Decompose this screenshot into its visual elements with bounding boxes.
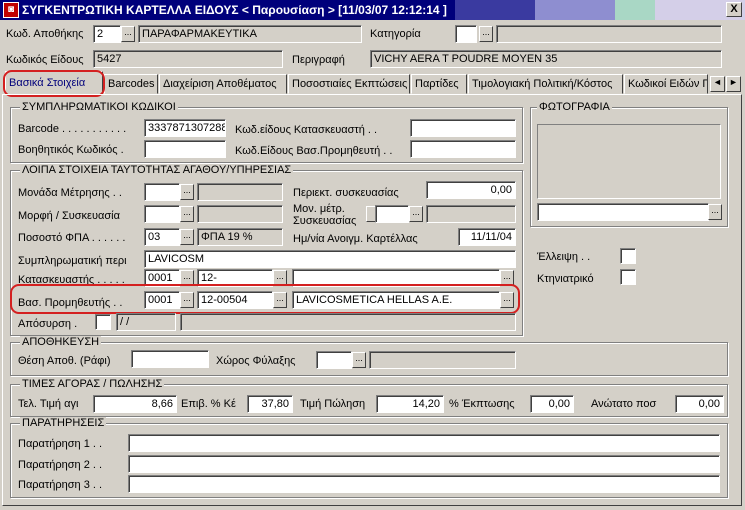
vat-desc-field: ΦΠΑ 19 % [197,228,283,246]
unit-label: Μονάδα Μέτρησης . . [18,187,122,199]
storage-space-lookup-button[interactable]: ... [352,352,366,368]
unit-lookup-button[interactable]: ... [180,184,194,200]
tab-barcodes[interactable]: Barcodes [104,74,158,94]
photo-path-field[interactable] [537,203,709,221]
highlight-oval-tab [3,70,105,97]
unit-desc-field [197,183,283,201]
supplier-code-label: Κωδ.Είδους Βασ.Προμηθευτή . . [235,145,393,157]
tab-pricing-policy[interactable]: Τιμολογιακή Πολιτική/Κόστος [468,74,623,94]
sale-price-label: Τιμή Πώληση [300,398,366,410]
shortage-checkbox[interactable] [620,248,636,264]
package-unit-field[interactable] [375,205,409,223]
package-unit-desc-field [426,205,516,223]
aux-code-field[interactable] [144,140,226,158]
barcode-field[interactable]: 3337871307288 [144,119,226,137]
withdrawal-date-field: / / [116,313,176,331]
note1-label: Παρατήρηση 1 . . [18,438,103,450]
title-bar-gradient-1 [455,0,535,20]
warehouse-name-field: ΠΑΡΑΦΑΡΜΑΚΕΥΤΙΚΑ [138,25,362,43]
last-buy-field[interactable]: 8,66 [93,395,177,413]
vat-code-field[interactable]: 03 [144,228,180,246]
item-code-field: 5427 [93,50,283,68]
note2-label: Παρατήρηση 2 . . [18,459,103,471]
warehouse-lookup-button[interactable]: ... [121,26,135,42]
manufacturer-code-field[interactable] [410,119,516,137]
photo-lookup-button[interactable]: ... [708,204,722,220]
last-buy-label: Τελ. Τιμή αγι [18,398,79,410]
title-bar-gradient-3 [615,0,655,20]
note3-label: Παρατήρηση 3 . . [18,479,103,491]
veterinary-checkbox[interactable] [620,269,636,285]
storage-space-desc-field [369,351,516,369]
tab-batches[interactable]: Παρτίδες [411,74,467,94]
markup-field[interactable]: 37,80 [247,395,293,413]
tab-scroll-left-button[interactable]: ◄ [710,76,725,92]
app-icon: ◙ [3,2,19,18]
note1-field[interactable] [128,434,720,452]
item-code-label: Κωδικός Είδους [6,54,84,66]
photo-title: ΦΩΤΟΓΡΑΦΙΑ [537,101,612,113]
form-label: Μορφή / Συσκευασία [18,210,120,222]
shortage-label: Έλλειψη . . [537,251,591,263]
description-label: Περιγραφή [292,54,345,66]
withdrawal-note-field [180,313,516,331]
highlight-oval-supplier [10,284,520,314]
form-desc-field [197,205,283,223]
prices-title: ΤΙΜΕΣ ΑΓΟΡΑΣ / ΠΩΛΗΣΗΣ [20,378,165,390]
card-open-date-field[interactable]: 11/11/04 [458,228,516,246]
package-unit-lookup-button[interactable]: ... [409,206,423,222]
markup-label: Επιβ. % Κέ [181,398,236,410]
warehouse-code-field[interactable]: 2 [93,25,121,43]
veterinary-label: Κτηνιατρικό [537,273,594,285]
shelf-field[interactable] [131,350,209,368]
vat-label: Ποσοστό ΦΠΑ . . . . . . [18,232,126,244]
withdrawal-label: Απόσυρση . [18,318,78,330]
compl-label: Συμπληρωματική περι [18,255,127,267]
compl-field[interactable]: LAVICOSM [144,250,516,268]
withdrawal-checkbox[interactable] [95,314,111,330]
tab-stock-management[interactable]: Διαχείριση Αποθέματος [159,74,287,94]
package-unit-label-2: Συσκευασίας [293,215,357,227]
note2-field[interactable] [128,455,720,473]
aux-code-label: Βοηθητικός Κωδικός . [18,144,124,156]
package-unit-label-1: Μον. μέτρ. [293,203,345,215]
tab-item-codes[interactable]: Κωδικοί Ειδών Π [624,74,708,94]
supplementary-codes-title: ΣΥΜΠΛΗΡΩΜΑΤΙΚΟΙ ΚΩΔΙΚΟΙ [20,101,178,113]
warehouse-code-label: Κωδ. Αποθήκης [6,28,84,40]
window-title: ΣΥΓΚΕΝΤΡΩΤΙΚΗ ΚΑΡΤΕΛΛΑ ΕΙΔΟΥΣ < Παρουσία… [22,3,447,17]
category-field[interactable] [455,25,477,43]
description-field: VICHY AERA T POUDRE MOYEN 35 [370,50,722,68]
title-bar-gradient-2 [535,0,615,20]
storage-space-field[interactable] [316,351,352,369]
package-content-label: Περιεκτ. συσκευασίας [293,187,399,199]
category-lookup-button[interactable]: ... [479,26,493,42]
storage-space-label: Χώρος Φύλαξης [216,355,296,367]
shelf-label: Θέση Αποθ. (Ράφι) [18,355,111,367]
manufacturer-code-label: Κωδ.είδους Κατασκευαστή . . [235,124,378,136]
note3-field[interactable] [128,475,720,493]
form-field[interactable] [144,205,180,223]
form-lookup-button[interactable]: ... [180,206,194,222]
max-qty-field[interactable]: 0,00 [675,395,724,413]
identity-title: ΛΟΙΠΑ ΣΤΟΙΧΕΙΑ ΤΑΥΤΟΤΗΤΑΣ ΑΓΑΘΟΥ/ΥΠΗΡΕΣΙ… [20,164,294,176]
tab-percent-discounts[interactable]: Ποσοστιαίες Εκπτώσεις [288,74,410,94]
package-content-field[interactable]: 0,00 [426,181,516,199]
storage-title: ΑΠΟΘΗΚΕΥΣΗ [20,336,102,348]
card-open-date-label: Ημ/νία Ανοιγμ. Καρτέλλας [293,233,418,245]
category-label: Κατηγορία [370,28,421,40]
title-bar: ◙ ΣΥΓΚΕΝΤΡΩΤΙΚΗ ΚΑΡΤΕΛΛΑ ΕΙΔΟΥΣ < Παρουσ… [0,0,745,20]
supplier-code-field[interactable] [410,140,516,158]
close-button[interactable]: X [726,2,742,17]
category-name-field [496,25,722,43]
vat-lookup-button[interactable]: ... [180,229,194,245]
discount-label: % Έκπτωσης [449,398,515,410]
sale-price-field[interactable]: 14,20 [376,395,444,413]
max-qty-label: Ανώτατο ποσ [591,398,657,410]
discount-field[interactable]: 0,00 [530,395,574,413]
tab-scroll-right-button[interactable]: ► [726,76,741,92]
photo-area [537,124,721,199]
unit-field[interactable] [144,183,180,201]
barcode-label: Barcode . . . . . . . . . . . [18,123,127,135]
notes-title: ΠΑΡΑΤΗΡΗΣΕΙΣ [20,417,107,429]
